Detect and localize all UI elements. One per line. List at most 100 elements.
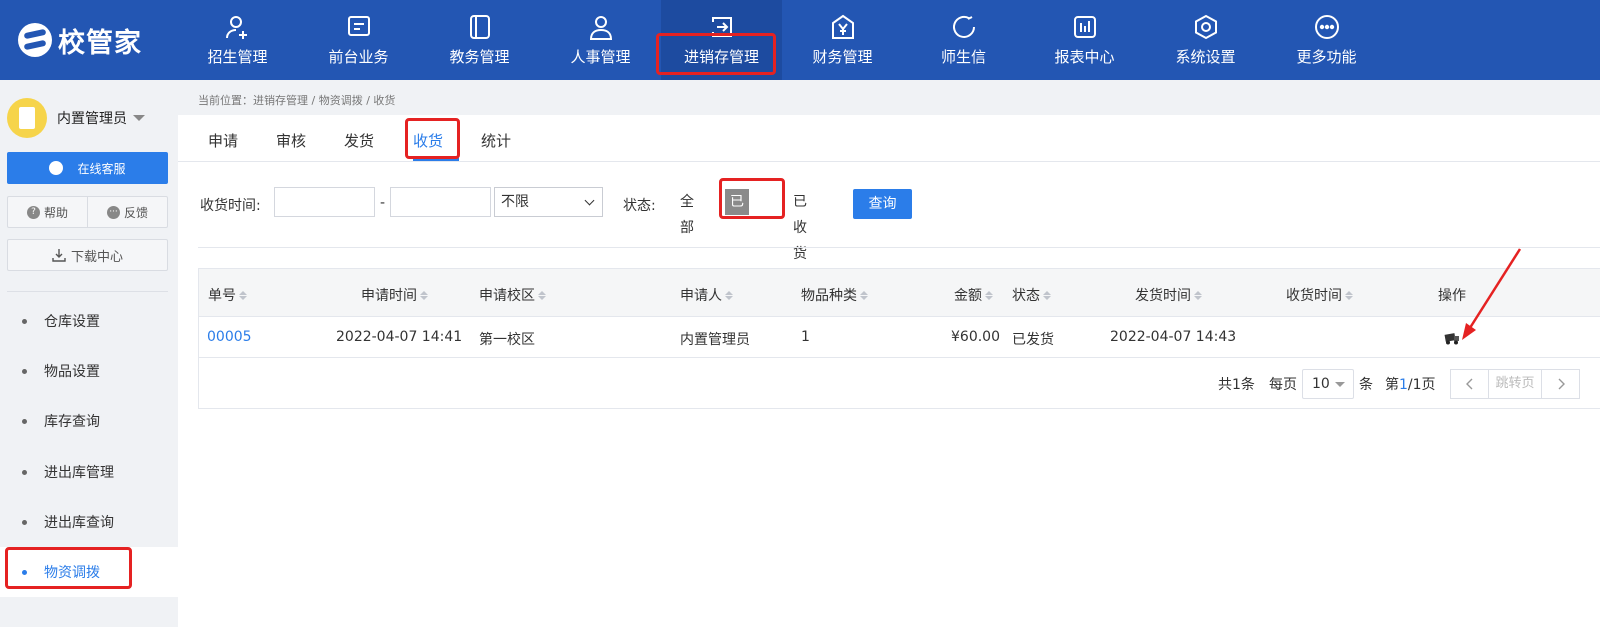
chevron-right-icon	[1558, 378, 1565, 390]
sidebar-item-item-settings[interactable]: 物品设置	[0, 346, 178, 396]
column-header-receive-time[interactable]: 收货时间	[1286, 285, 1353, 305]
nav-item-more[interactable]: 更多功能	[1266, 0, 1387, 80]
column-header-status[interactable]: 状态	[1012, 285, 1051, 305]
tab-review[interactable]: 审核	[276, 130, 306, 151]
settings-icon	[1194, 14, 1217, 40]
tab-statistics[interactable]: 统计	[481, 130, 511, 151]
page-prefix: 第	[1385, 377, 1399, 393]
sidebar-item-label: 进出库管理	[44, 465, 114, 481]
receive-time-start-input[interactable]	[274, 187, 375, 217]
status-option-received[interactable]: 已收货	[788, 189, 812, 262]
sidebar-item-inout-management[interactable]: 进出库管理	[0, 447, 178, 497]
cell-amount: ¥60.00	[951, 329, 1000, 345]
nav-label: 招生管理	[207, 48, 268, 66]
help-button[interactable]: ? 帮助	[8, 197, 87, 227]
page-suffix: /1页	[1407, 377, 1436, 393]
nav-label: 进销存管理	[683, 48, 759, 66]
person-icon	[589, 16, 612, 40]
column-header-label: 物品种类	[801, 288, 857, 304]
nav-item-messaging[interactable]: 师生信	[903, 0, 1024, 80]
nav-item-academic[interactable]: 教务管理	[419, 0, 540, 80]
cell-ship-time: 2022-04-07 14:43	[1110, 329, 1237, 345]
sort-icon	[985, 290, 993, 300]
nav-label: 教务管理	[449, 48, 510, 66]
nav-label: 财务管理	[812, 48, 873, 66]
sidebar-item-material-transfer[interactable]: 物资调拨	[0, 547, 178, 597]
column-header-id[interactable]: 单号	[208, 285, 247, 305]
app-logo[interactable]: 校管家	[18, 22, 142, 59]
report-icon	[1073, 16, 1096, 38]
monitor-icon	[347, 16, 370, 36]
column-header-label: 状态	[1012, 288, 1040, 304]
cell-order-id[interactable]: 00005	[207, 329, 252, 345]
download-center-button[interactable]: 下载中心	[7, 239, 168, 271]
bullet-icon	[22, 519, 27, 525]
jump-page-input[interactable]: 跳转页	[1488, 369, 1542, 399]
column-header-campus[interactable]: 申请校区	[479, 285, 546, 305]
nav-item-inventory[interactable]: 进销存管理	[661, 0, 782, 80]
nav-item-finance[interactable]: 财务管理	[782, 0, 903, 80]
bullet-icon	[22, 318, 27, 324]
prev-page-button[interactable]	[1450, 369, 1489, 399]
nav-label: 人事管理	[570, 48, 631, 66]
receive-table: 单号 申请时间 申请校区 申请人 物品种类 金额 状态 发货时间 收货时间 操作…	[198, 268, 1600, 409]
sidebar: 内置管理员 在线客服 ? 帮助 ··· 反馈 下载中心 仓库设置 物品设置 库存…	[0, 80, 178, 627]
column-header-apply-time[interactable]: 申请时间	[361, 285, 428, 305]
more-icon	[1314, 15, 1339, 39]
range-separator: -	[380, 195, 386, 211]
page-size-value: 10	[1312, 376, 1330, 392]
user-menu[interactable]: 内置管理员	[7, 98, 145, 138]
nav-item-hr[interactable]: 人事管理	[540, 0, 661, 80]
sidebar-item-stock-query[interactable]: 库存查询	[0, 396, 178, 446]
column-header-amount[interactable]: 金额	[954, 285, 993, 305]
help-label: 帮助	[43, 205, 68, 220]
help-feedback-row: ? 帮助 ··· 反馈	[7, 196, 168, 228]
nav-item-front-desk[interactable]: 前台业务	[298, 0, 419, 80]
total-count: 共1条	[1218, 377, 1255, 393]
sidebar-item-inout-query[interactable]: 进出库查询	[0, 497, 178, 547]
breadcrumb: 当前位置：进销存管理 / 物资调拨 / 收货	[198, 94, 396, 107]
nav-label: 师生信	[940, 48, 986, 66]
nav-label: 更多功能	[1296, 48, 1357, 66]
nav-item-reports[interactable]: 报表中心	[1024, 0, 1145, 80]
status-option-shipped[interactable]: 已发货	[725, 189, 749, 262]
receive-time-end-input[interactable]	[390, 187, 491, 217]
status-label: 状态:	[623, 198, 656, 214]
feedback-button[interactable]: ··· 反馈	[87, 197, 167, 227]
online-service-button[interactable]: 在线客服	[7, 152, 168, 184]
tab-ship[interactable]: 发货	[344, 130, 374, 151]
column-header-item-types[interactable]: 物品种类	[801, 285, 868, 305]
column-header-label: 申请人	[680, 288, 722, 304]
download-icon	[52, 249, 66, 262]
page-size-select[interactable]: 10	[1302, 369, 1354, 399]
tab-receive[interactable]: 收货	[413, 130, 443, 151]
bullet-icon	[22, 418, 27, 424]
column-header-ship-time[interactable]: 发货时间	[1135, 285, 1202, 305]
ellipsis-icon: ···	[106, 205, 120, 219]
tab-apply[interactable]: 申请	[208, 130, 238, 151]
column-header-label: 收货时间	[1286, 288, 1342, 304]
table-row: 00005 2022-04-07 14:41 第一校区 内置管理员 1 ¥60.…	[199, 317, 1600, 358]
receive-truck-icon[interactable]	[1444, 331, 1460, 345]
online-service-label: 在线客服	[77, 161, 126, 176]
sidebar-item-label: 仓库设置	[44, 314, 100, 330]
status-option-all[interactable]: 全部	[675, 189, 699, 236]
next-page-button[interactable]	[1541, 369, 1580, 399]
nav-item-enrollment[interactable]: 招生管理	[177, 0, 298, 80]
column-header-applicant[interactable]: 申请人	[680, 285, 733, 305]
nav-item-settings[interactable]: 系统设置	[1145, 0, 1266, 80]
cell-status: 已发货	[1012, 332, 1054, 348]
user-name: 内置管理员	[57, 111, 127, 127]
user-plus-icon	[225, 16, 247, 39]
time-range-select[interactable]: 不限	[494, 187, 603, 217]
chevron-down-icon	[584, 195, 595, 206]
query-button[interactable]: 查询	[853, 189, 912, 219]
sort-icon	[420, 290, 428, 300]
sidebar-item-warehouse-settings[interactable]: 仓库设置	[0, 296, 178, 346]
breadcrumb-bar: 当前位置：进销存管理 / 物资调拨 / 收货	[178, 80, 1600, 115]
cell-apply-time: 2022-04-07 14:41	[336, 329, 463, 345]
table-header: 单号 申请时间 申请校区 申请人 物品种类 金额 状态 发货时间 收货时间 操作	[199, 269, 1600, 317]
sort-icon	[538, 290, 546, 300]
column-header-label: 金额	[954, 288, 982, 304]
column-header-label: 申请校区	[479, 288, 535, 304]
